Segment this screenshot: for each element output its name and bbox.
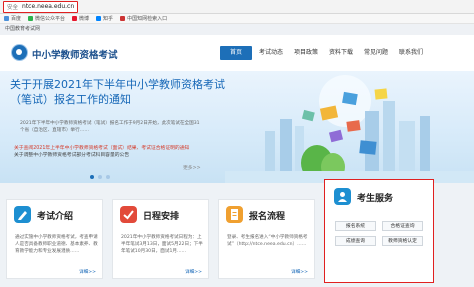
card-desc: 通过实施中小学教师资格考试，考查申请人是否具备教师职业道德、基本素养、教育教学能… <box>15 235 98 254</box>
certificate-query-button[interactable]: 合格证查询 <box>382 221 423 231</box>
card-schedule[interactable]: 日程安排 2021年中小学教师资格考试日程为：上半年笔试3月13日，面试5月22… <box>112 199 209 279</box>
card-detail-link[interactable]: 详细>> <box>79 269 96 275</box>
card-exam-intro[interactable]: 考试介绍 通过实施中小学教师资格考试，考查申请人是否具备教师职业道德、基本素养、… <box>6 199 103 279</box>
user-icon <box>334 188 351 205</box>
document-icon <box>226 206 243 223</box>
bookmark-icon <box>4 16 9 21</box>
bookmark-icon <box>72 16 78 21</box>
bookmark-icon <box>96 16 102 21</box>
nav-item-contact[interactable]: 联系我们 <box>395 46 427 60</box>
carousel-dot[interactable] <box>90 175 94 179</box>
carousel-dot[interactable] <box>98 175 102 179</box>
registration-system-button[interactable]: 报名系统 <box>335 221 376 231</box>
city-illustration <box>225 75 474 183</box>
check-icon <box>120 206 137 223</box>
pencil-icon <box>14 206 31 223</box>
hero-banner: 关于开展2021年下半年中小学教师资格考试（笔试）报名工作的通知 2021年下半… <box>0 71 474 183</box>
card-detail-link[interactable]: 详细>> <box>291 269 308 275</box>
services-title: 考生服务 <box>357 194 394 204</box>
teacher-certification-button[interactable]: 教师资格认定 <box>382 236 423 246</box>
hero-link[interactable]: 关于查阅2021年上半年中小学教师资格考试（面试）结果、考试证合格证明的通知 <box>14 145 189 152</box>
nav-item-downloads[interactable]: 资料下载 <box>325 46 357 60</box>
bookmark-item[interactable]: 微信公众平台 <box>28 15 65 22</box>
hero-summary: 2021年下半年中小学教师资格考试（笔试）报名工作于9月2日开始，此次笔试在全国… <box>20 121 200 133</box>
nav-item-faq[interactable]: 常见问题 <box>360 46 392 60</box>
hero-headline[interactable]: 关于开展2021年下半年中小学教师资格考试（笔试）报名工作的通知 <box>10 77 230 107</box>
carousel-dots <box>90 175 110 179</box>
site-logo[interactable] <box>11 44 28 61</box>
card-title: 报名流程 <box>249 212 286 222</box>
site-title: 中小学教师资格考试 <box>32 50 118 61</box>
bookmark-icon <box>28 16 34 21</box>
card-title: 考试介绍 <box>37 212 74 222</box>
bookmarks-bar: 百度 微信公众平台 微博 知乎 中国知网检索入口 <box>0 14 474 24</box>
card-registration[interactable]: 报名流程 登录、考生报名进入“中小学教师资格考试”（http://ntce.ne… <box>218 199 315 279</box>
score-query-button[interactable]: 成绩查询 <box>335 236 376 246</box>
bookmark-item[interactable]: 知乎 <box>96 15 113 22</box>
bookmark-item[interactable]: 中国知网检索入口 <box>120 15 167 22</box>
hero-link[interactable]: 关于调整中小学教师资格考试部分考试科目容量的公告 <box>14 152 189 159</box>
url-field[interactable]: 安全 ntce.neea.edu.cn <box>3 0 79 13</box>
candidate-services-panel: 考生服务 报名系统 合格证查询 成绩查询 教师资格认定 <box>324 179 434 283</box>
hero-links: 关于查阅2021年上半年中小学教师资格考试（面试）结果、考试证合格证明的通知 关… <box>14 145 189 159</box>
top-strip[interactable]: 中国教育考试网 <box>0 24 474 35</box>
nav-item-news[interactable]: 考试动态 <box>255 46 287 60</box>
card-detail-link[interactable]: 详细>> <box>185 269 202 275</box>
more-link[interactable]: 更多>> <box>183 164 201 171</box>
card-desc: 登录、考生报名进入“中小学教师资格考试”（http://ntce.neea.ed… <box>227 235 308 247</box>
card-title: 日程安排 <box>143 212 180 222</box>
security-label: 安全 <box>7 4 19 11</box>
card-desc: 2021年中小学教师资格考试日程为：上半年笔试3月13日，面试5月22日；下半年… <box>121 235 203 254</box>
nav-item-home[interactable]: 首页 <box>220 46 252 60</box>
bookmark-icon <box>120 16 126 21</box>
carousel-dot[interactable] <box>106 175 110 179</box>
bookmark-item[interactable]: 微博 <box>72 15 89 22</box>
site-header: 中小学教师资格考试 首页 考试动态 项目政策 资料下载 常见问题 联系我们 <box>0 35 474 71</box>
bookmark-item[interactable]: 百度 <box>4 15 21 22</box>
main-nav: 首页 考试动态 项目政策 资料下载 常见问题 联系我们 <box>220 46 427 60</box>
url-text[interactable]: ntce.neea.edu.cn <box>22 3 74 10</box>
nav-item-policy[interactable]: 项目政策 <box>290 46 322 60</box>
browser-address-bar: 安全 ntce.neea.edu.cn <box>0 0 474 14</box>
